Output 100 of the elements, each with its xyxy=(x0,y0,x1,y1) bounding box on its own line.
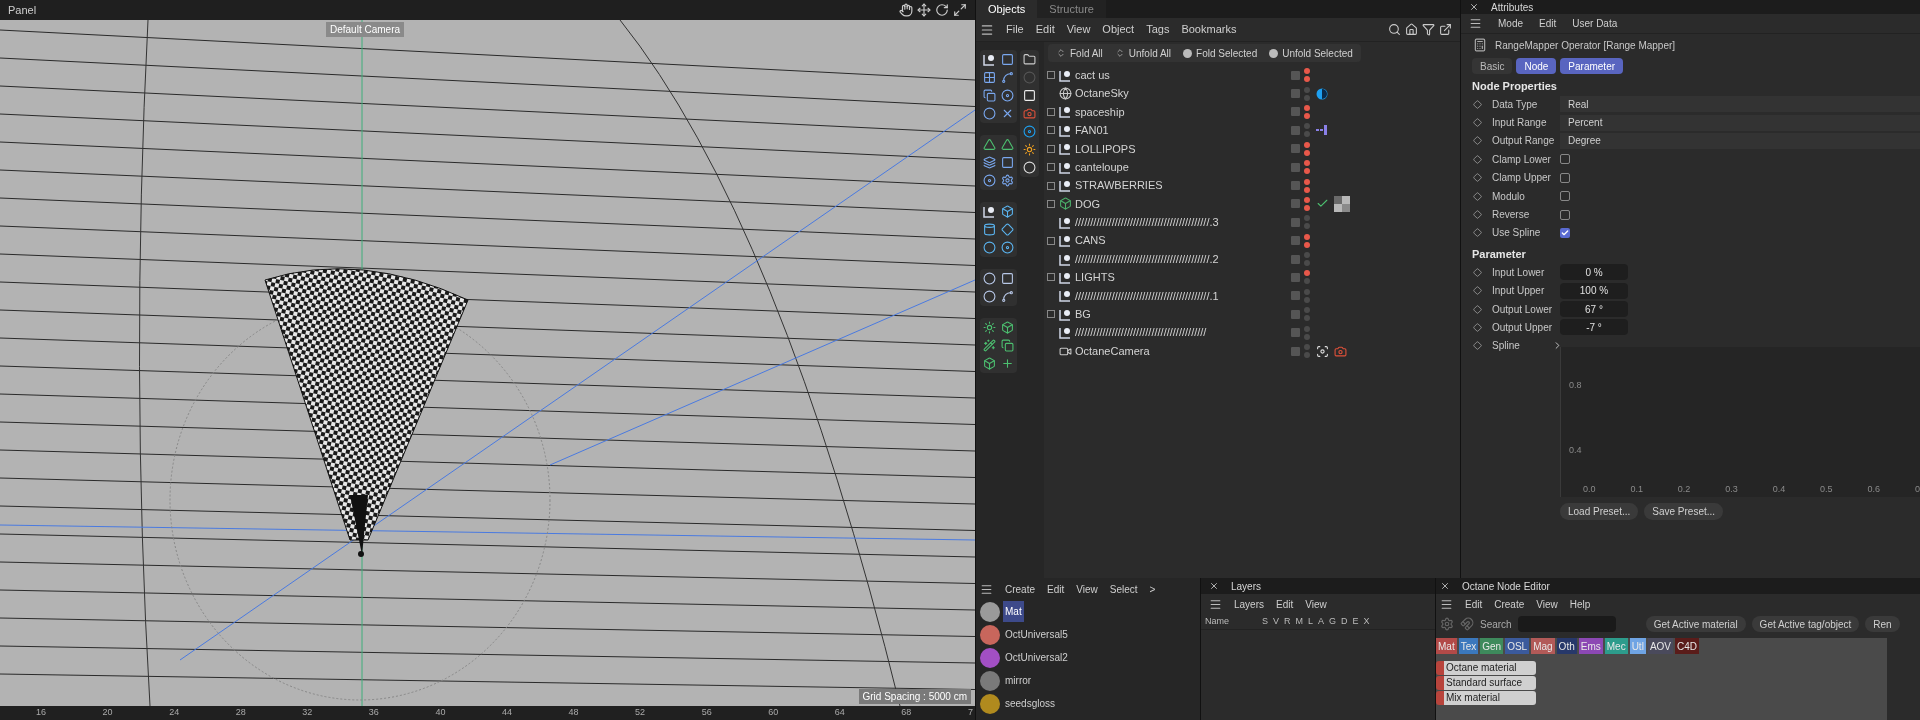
folder-icon[interactable] xyxy=(1023,53,1036,66)
panel-menu[interactable]: Panel xyxy=(8,1,37,19)
material-name[interactable]: OctUniversal5 xyxy=(1003,624,1070,645)
menu-item[interactable]: View xyxy=(1536,596,1558,612)
expand-toggle[interactable] xyxy=(1047,181,1055,190)
fold-button[interactable]: Fold Selected xyxy=(1183,45,1258,61)
cube-icon[interactable] xyxy=(1001,321,1014,334)
object-name[interactable]: ////////////////////////////////////////////.2 xyxy=(1075,250,1275,268)
spline-icon[interactable] xyxy=(1001,71,1014,84)
expand-toggle[interactable] xyxy=(1047,71,1055,80)
expand-toggle[interactable] xyxy=(1047,273,1055,282)
menu-item[interactable]: Edit xyxy=(1465,596,1483,612)
column-header[interactable]: M xyxy=(1295,614,1304,629)
square-icon[interactable] xyxy=(1001,156,1014,169)
material-swatch[interactable] xyxy=(980,624,1000,645)
triangle-icon[interactable] xyxy=(983,138,996,151)
menu-item[interactable]: Create xyxy=(1005,581,1035,597)
menu-item[interactable]: Object xyxy=(1102,21,1135,38)
expand-toggle[interactable] xyxy=(1047,236,1055,245)
column-header[interactable]: D xyxy=(1341,614,1348,629)
dropdown-field[interactable]: Percent xyxy=(1560,114,1920,131)
node-list-item[interactable]: Octane material xyxy=(1436,661,1536,675)
object-name[interactable]: CANS xyxy=(1075,232,1275,249)
object-name[interactable]: canteloupe xyxy=(1075,158,1275,176)
category-tab[interactable]: C4D xyxy=(1675,638,1699,654)
object-name[interactable]: OctaneSky xyxy=(1075,85,1275,102)
column-header[interactable]: E xyxy=(1352,614,1359,629)
move-icon[interactable] xyxy=(917,3,931,17)
object-name[interactable]: FAN01 xyxy=(1075,122,1275,139)
cylinder-icon[interactable] xyxy=(983,223,996,236)
diamond-icon[interactable] xyxy=(1001,223,1014,236)
search-icon[interactable] xyxy=(1388,23,1401,36)
object-name[interactable]: ////////////////////////////////////////////.1 xyxy=(1075,287,1275,305)
layers-icon[interactable] xyxy=(983,156,996,169)
camera-icon[interactable] xyxy=(1023,107,1036,120)
sun-icon[interactable] xyxy=(1023,143,1036,156)
object-name[interactable]: OctaneCamera xyxy=(1075,342,1275,360)
close-icon[interactable] xyxy=(1440,581,1450,591)
menu-item[interactable]: View xyxy=(1076,581,1098,597)
column-header[interactable]: X xyxy=(1363,614,1370,629)
circle-icon[interactable] xyxy=(983,107,996,120)
cross-icon[interactable] xyxy=(1001,107,1014,120)
triangle-icon[interactable] xyxy=(1001,138,1014,151)
pan-icon[interactable] xyxy=(899,3,913,17)
panel-tab[interactable]: Structure xyxy=(1037,0,1106,18)
material-name[interactable]: Mat xyxy=(1003,601,1024,622)
menu-item[interactable]: User Data xyxy=(1572,16,1618,31)
close-icon[interactable] xyxy=(1209,581,1219,591)
texture-tag-icon[interactable] xyxy=(1334,195,1350,212)
target-tag-icon[interactable] xyxy=(1316,344,1329,358)
attribute-tab[interactable]: Node xyxy=(1516,58,1557,74)
menu-item[interactable]: View xyxy=(1066,21,1091,38)
material-swatch[interactable] xyxy=(980,670,1000,691)
wand-icon[interactable] xyxy=(983,339,996,352)
gear-icon[interactable] xyxy=(1440,617,1454,631)
undock-icon[interactable] xyxy=(1439,23,1452,36)
spline-graph[interactable]: 0.8 0.4 0.0 0.1 0.2 0.3 0.4 0.5 0.6 0 xyxy=(1560,347,1920,498)
preset-button[interactable]: Save Preset... xyxy=(1644,503,1724,521)
grid-icon[interactable] xyxy=(983,71,996,84)
fold-button[interactable]: Unfold All xyxy=(1114,45,1172,61)
material-swatch[interactable] xyxy=(980,647,1000,668)
dropdown-field[interactable]: Real xyxy=(1560,96,1920,113)
category-tab[interactable]: Mat xyxy=(1436,638,1457,654)
viewport-canvas[interactable]: Default Camera Grid Spacing : 5000 cm xyxy=(0,20,975,706)
attribute-tab[interactable]: Basic xyxy=(1472,58,1513,74)
menu-item[interactable]: Mode xyxy=(1498,16,1523,31)
expand-toggle[interactable] xyxy=(1047,199,1055,208)
expand-toggle[interactable] xyxy=(1047,144,1055,153)
object-name[interactable]: cact us xyxy=(1075,66,1275,84)
menu-item[interactable]: Edit xyxy=(1035,21,1055,38)
rotate-icon[interactable] xyxy=(935,3,949,17)
menu-icon[interactable] xyxy=(980,22,994,37)
menu-item[interactable]: Tags xyxy=(1146,21,1170,38)
number-field[interactable]: 0 % xyxy=(1560,264,1628,281)
home-icon[interactable] xyxy=(1405,23,1418,36)
checkbox[interactable] xyxy=(1560,191,1570,202)
gear-icon[interactable] xyxy=(1001,174,1014,187)
action-button[interactable]: Get Active material xyxy=(1645,616,1746,632)
category-tab[interactable]: Tex xyxy=(1458,638,1479,654)
action-button[interactable]: Get Active tag/object xyxy=(1751,616,1860,632)
checkbox[interactable] xyxy=(1560,227,1570,238)
disc-icon[interactable] xyxy=(1001,89,1014,102)
dots-tag-icon[interactable] xyxy=(1316,124,1328,137)
camera-tag-icon[interactable] xyxy=(1334,344,1347,358)
object-name[interactable]: DOG xyxy=(1075,195,1275,213)
panel-tab[interactable]: Objects xyxy=(976,0,1038,18)
column-header[interactable]: R xyxy=(1284,614,1291,629)
material-name[interactable]: OctUniversal2 xyxy=(1003,647,1070,668)
category-tab[interactable]: Oth xyxy=(1556,638,1577,654)
object-name[interactable]: STRAWBERRIES xyxy=(1075,177,1275,194)
fold-button[interactable]: Fold All xyxy=(1056,45,1103,61)
checkbox[interactable] xyxy=(1560,154,1570,165)
column-header[interactable]: Name xyxy=(1205,614,1257,629)
object-name[interactable]: spaceship xyxy=(1075,103,1275,121)
menu-item[interactable]: Select xyxy=(1109,581,1138,597)
expand-toggle[interactable] xyxy=(1047,126,1055,135)
material-swatch[interactable] xyxy=(980,693,1000,714)
cube-icon[interactable] xyxy=(1001,205,1014,218)
menu-item[interactable]: Create xyxy=(1494,596,1525,612)
sphere-icon[interactable] xyxy=(983,241,996,254)
